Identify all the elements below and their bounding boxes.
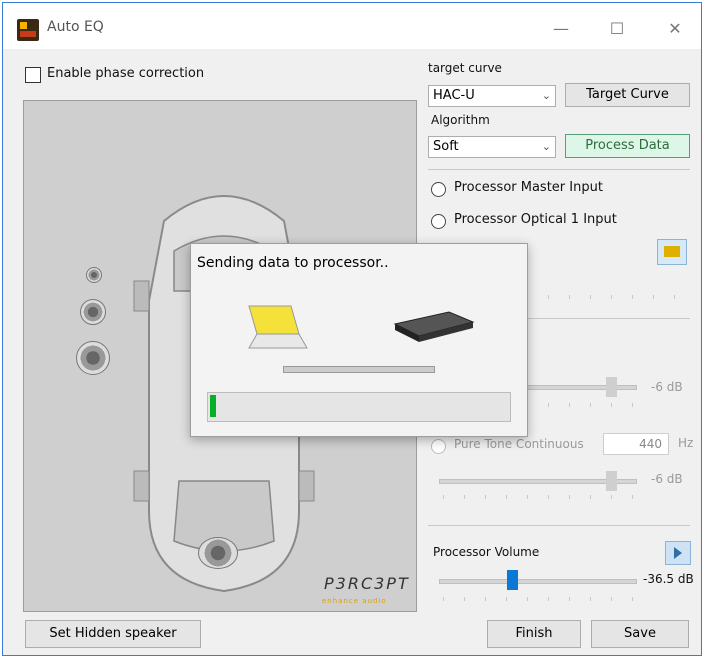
percept-logo-tagline: enhance audio [322,597,387,605]
processor-master-input-radio[interactable] [431,182,446,197]
target-curve-label: target curve [428,61,502,75]
save-button[interactable]: Save [591,620,689,648]
minimize-button[interactable]: — [549,17,573,41]
slider-ticks [443,495,639,499]
level-slider-value: -6 dB [651,380,683,394]
processor-volume-label: Processor Volume [433,545,540,559]
laptop-icon [248,305,308,349]
target-curve-button[interactable]: Target Curve [565,83,690,107]
percept-logo: P3RC3PT [324,574,410,593]
close-button[interactable]: ✕ [663,17,687,41]
pure-tone-radio[interactable] [431,439,446,454]
divider [428,525,690,526]
target-curve-value: HAC-U [433,88,475,103]
auto-eq-window: Auto EQ — ☐ ✕ Enable phase correction P3… [2,2,702,656]
subwoofer-speaker-icon[interactable] [198,537,238,569]
woofer-speaker-icon[interactable] [76,341,110,375]
tweeter-speaker-icon[interactable] [86,267,102,283]
divider [428,169,690,170]
sending-data-dialog: Sending data to processor.. [190,243,528,437]
upload-progress-bar [207,392,511,422]
pure-tone-frequency-input[interactable]: 440 [603,433,669,455]
app-logo-icon [17,19,39,41]
play-arrow-icon[interactable] [665,541,691,565]
level-slider-thumb[interactable] [606,377,617,397]
transfer-connector [283,366,435,373]
maximize-button[interactable]: ☐ [605,17,629,41]
algorithm-label: Algorithm [431,113,490,127]
chevron-down-icon: ⌄ [541,140,551,153]
tone-level-slider-thumb[interactable] [606,471,617,491]
algorithm-select[interactable]: Soft ⌄ [428,136,556,158]
target-curve-select[interactable]: HAC-U ⌄ [428,85,556,107]
processor-device-icon [393,311,475,342]
algorithm-value: Soft [433,139,459,154]
pure-tone-label: Pure Tone Continuous [454,437,584,451]
dialog-title: Sending data to processor.. [197,255,389,271]
slider-ticks [443,597,639,601]
set-hidden-speaker-button[interactable]: Set Hidden speaker [25,620,201,648]
phase-correction-label: Enable phase correction [47,66,205,81]
processor-master-input-label: Processor Master Input [454,180,603,195]
processor-optical-input-radio[interactable] [431,214,446,229]
volume-value: -36.5 dB [643,572,694,586]
volume-slider-track[interactable] [439,579,637,584]
tone-level-value: -6 dB [651,472,683,486]
volume-slider-thumb[interactable] [506,570,518,590]
process-data-button[interactable]: Process Data [565,134,690,158]
folder-open-icon[interactable] [657,239,687,265]
finish-button[interactable]: Finish [487,620,581,648]
phase-correction-checkbox[interactable] [25,67,41,83]
window-title: Auto EQ [47,19,104,35]
processor-optical-input-label: Processor Optical 1 Input [454,212,617,227]
upload-progress-fill [210,395,216,417]
chevron-down-icon: ⌄ [541,89,551,102]
pure-tone-unit: Hz [678,436,694,450]
midrange-speaker-icon[interactable] [80,299,106,325]
title-bar: Auto EQ — ☐ ✕ [3,3,701,49]
